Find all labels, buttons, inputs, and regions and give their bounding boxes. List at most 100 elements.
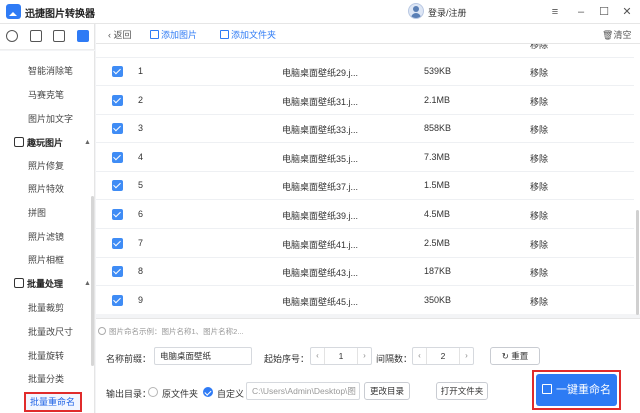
add-folder-label: 添加文件夹 [231,30,277,40]
convert-category-icon[interactable] [6,30,18,42]
step-value[interactable]: 2 [427,348,459,364]
play-group-icon [14,137,24,147]
prefix-input[interactable]: 电脑桌面壁纸 [154,347,252,365]
file-size: 858KB [424,123,452,134]
change-directory-button[interactable]: 更改目录 [364,382,410,400]
file-name: 电脑桌面壁纸37.j... [282,182,359,193]
row-checkbox[interactable] [112,180,123,192]
close-button[interactable]: ✕ [618,3,636,20]
row-number: 5 [138,180,144,191]
remove-button[interactable]: 移除 [530,44,548,51]
sidebar-item-batch-rename[interactable]: 批量重命名 [24,392,82,412]
sidebar-item-collage[interactable]: 拼图 [28,205,46,221]
remove-button[interactable]: 移除 [530,180,548,193]
step-label: 间隔数： [376,354,413,364]
sidebar-item-batch-resize[interactable]: 批量改尺寸 [28,324,73,340]
minimize-button[interactable]: – [572,3,590,20]
back-label: 返回 [113,30,132,40]
sidebar-scrollbar[interactable] [91,196,94,366]
open-folder-button[interactable]: 打开文件夹 [436,382,488,400]
row-number: 9 [138,294,144,305]
rename-highlight: 一键重命名 [532,370,621,410]
file-size: 187KB [424,266,452,277]
table-row: 6 电脑桌面壁纸39.j... 4.5MB 移除 [96,201,634,229]
start-number-value[interactable]: 1 [325,348,357,364]
row-checkbox[interactable] [112,237,123,249]
login-link[interactable]: 登录/注册 [428,6,467,19]
start-number-stepper[interactable]: ‹ 1 › [310,347,372,365]
naming-hint: 图片命名示例：图片名称1、图片名称2... [98,326,244,337]
sidebar-item-add-text[interactable]: 图片加文字 [28,111,73,127]
row-checkbox[interactable] [112,209,123,220]
table-row: 8 电脑桌面壁纸43.j... 187KB 移除 [96,258,634,287]
table-scrollbar[interactable] [636,210,639,315]
menu-icon[interactable]: ≡ [546,3,564,20]
sidebar-item-smart-eraser[interactable]: 智能消除笔 [28,63,73,79]
sidebar-group-play[interactable]: 趣玩图片 ▲ [14,135,91,151]
table-row: 4 电脑桌面壁纸35.j... 7.3MB 移除 [96,144,634,172]
decrement-button[interactable]: ‹ [413,348,427,364]
increment-button[interactable]: › [357,348,371,364]
clear-label: 清空 [613,30,632,40]
edit-category-icon[interactable] [30,30,42,42]
sidebar: 智能消除笔 马赛克笔 图片加文字 趣玩图片 ▲ 照片修复 照片特效 拼图 照片滤… [0,51,95,413]
table-row: 3 电脑桌面壁纸33.j... 858KB 移除 [96,115,634,144]
add-image-button[interactable]: 添加图片 [150,28,197,41]
remove-button[interactable]: 移除 [530,238,548,251]
custom-folder-radio[interactable] [203,387,213,397]
sidebar-group-batch[interactable]: 批量处理 ▲ [14,276,91,292]
remove-button[interactable]: 移除 [530,95,548,108]
original-folder-radio[interactable] [148,387,158,397]
sidebar-item-batch-rotate[interactable]: 批量旋转 [28,348,64,364]
decrement-button[interactable]: ‹ [311,348,325,364]
back-button[interactable]: ‹ 返回 [108,28,132,41]
user-avatar-icon[interactable] [408,3,424,19]
row-checkbox[interactable] [112,94,123,106]
sidebar-item-photo-frame[interactable]: 照片相框 [28,252,64,268]
remove-button[interactable]: 移除 [530,123,548,136]
sidebar-group-play-label: 趣玩图片 [27,138,64,148]
remove-button[interactable]: 移除 [530,66,548,79]
row-checkbox[interactable] [112,266,123,278]
sidebar-item-batch-classify[interactable]: 批量分类 [28,371,64,387]
remove-button[interactable]: 移除 [530,295,548,308]
custom-folder-label: 自定义 [217,389,245,399]
start-number-label: 起始序号： [264,354,310,364]
file-name: 电脑桌面壁纸35.j... [282,153,359,164]
file-size: 7.3MB [424,151,451,162]
step-stepper[interactable]: ‹ 2 › [412,347,474,365]
row-number: 3 [138,123,144,134]
add-image-icon [150,30,159,39]
app-title: 迅捷图片转换器 [25,9,95,20]
sidebar-item-batch-crop[interactable]: 批量裁剪 [28,300,64,316]
row-checkbox[interactable] [112,294,123,306]
original-folder-label: 原文件夹 [162,389,199,399]
remove-button[interactable]: 移除 [530,266,548,279]
clear-button[interactable]: 🗑清空 [602,28,631,41]
remove-button[interactable]: 移除 [530,209,548,222]
sidebar-item-mosaic[interactable]: 马赛克笔 [28,87,64,103]
remove-button[interactable]: 移除 [530,152,548,165]
file-table: 移除 1 电脑桌面壁纸29.j... 539KB 移除 2 电脑桌面壁纸31.j... 2.… [96,44,640,314]
info-icon [98,327,106,335]
reset-button[interactable]: ↻ 重置 [490,347,540,365]
row-checkbox[interactable] [112,123,123,135]
image-category-icon[interactable] [53,30,65,42]
row-checkbox[interactable] [112,66,123,77]
batch-category-icon[interactable] [77,30,89,42]
row-checkbox[interactable] [112,151,123,163]
file-size: 539KB [424,66,452,76]
rename-all-button[interactable]: 一键重命名 [536,374,617,406]
row-number: 7 [138,237,144,248]
sidebar-item-photo-repair[interactable]: 照片修复 [28,158,64,174]
increment-button[interactable]: › [459,348,473,364]
file-name: 电脑桌面壁纸43.j... [282,268,359,279]
table-row: 9 电脑桌面壁纸45.j... 350KB 移除 [96,287,634,314]
add-folder-icon [220,30,229,39]
output-path-field[interactable]: C:\Users\Admin\Desktop\图片转换器 [246,382,360,400]
reset-label: 重置 [511,351,529,361]
sidebar-item-photo-effects[interactable]: 照片特效 [28,181,64,197]
maximize-button[interactable]: ☐ [595,3,613,20]
add-folder-button[interactable]: 添加文件夹 [220,28,276,41]
sidebar-item-photo-filter[interactable]: 照片滤镜 [28,229,64,245]
